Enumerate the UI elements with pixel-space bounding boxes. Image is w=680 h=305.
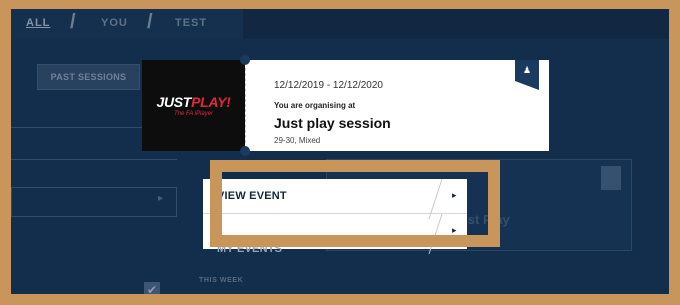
menu-item-label: VIEW EVENT (217, 190, 287, 202)
past-sessions-button[interactable]: PAST SESSIONS (37, 64, 140, 90)
session-card[interactable]: JUSTPLAY! The FA iPlayer 12/12/2019 - 12… (142, 55, 549, 156)
session-meta: 29-30, Mixed (274, 136, 321, 145)
tab-test[interactable]: TEST (175, 17, 207, 29)
logo-subtitle: The FA iPlayer (173, 111, 213, 117)
tab-you[interactable]: YOU (101, 17, 128, 29)
ticket-notch (240, 146, 250, 156)
tab-all[interactable]: ALL (26, 17, 50, 29)
just-play-logo: JUSTPLAY! The FA iPlayer (142, 60, 245, 151)
people-icon: ♟ (515, 60, 539, 90)
tab-separator: / (147, 11, 153, 33)
section-label-this-week: THIS WEEK (199, 277, 244, 284)
chevron-right-icon: ▸ (158, 193, 164, 204)
filter-row[interactable] (11, 187, 177, 217)
logo-text-white: JUST (156, 94, 192, 110)
bookmark-icon (601, 166, 621, 190)
logo-text-red: PLAY! (191, 94, 231, 110)
chevron-right-icon: ▸ (452, 190, 457, 200)
modal-overlay (11, 9, 669, 294)
logo-wordmark: JUSTPLAY! (156, 94, 230, 110)
menu-divider (428, 214, 443, 254)
menu-item-my-events[interactable]: MY EVENTS ▸ (203, 214, 467, 255)
menu-item-view-event[interactable]: VIEW EVENT ▸ (203, 179, 467, 219)
context-menu: VIEW EVENT ▸ MY EVENTS ▸ (203, 179, 467, 255)
session-dates: 12/12/2019 - 12/12/2020 (274, 80, 383, 91)
ticket-notch (240, 55, 250, 65)
app-frame: ALL / YOU / TEST PAST SESSIONS ▸ ✔ THIS … (11, 9, 669, 294)
tab-separator: / (70, 11, 76, 33)
menu-item-label: MY EVENTS (217, 243, 283, 255)
chevron-right-icon: ▸ (452, 225, 457, 235)
menu-divider (428, 179, 443, 219)
session-title: Just play session (274, 115, 391, 131)
ticket-perforation (245, 68, 246, 143)
checkbox[interactable]: ✔ (144, 282, 160, 294)
organising-label: You are organising at (274, 101, 356, 110)
tab-bar-strip (243, 9, 669, 39)
divider (11, 159, 177, 160)
tab-bar: ALL / YOU / TEST (11, 9, 669, 39)
